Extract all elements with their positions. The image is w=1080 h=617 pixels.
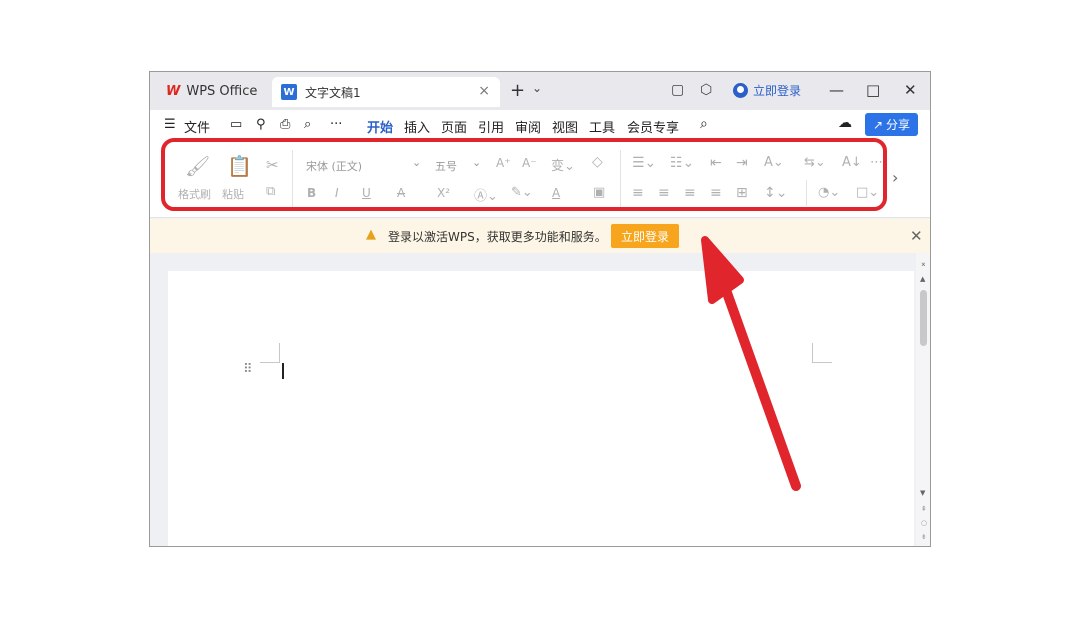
arrow-head — [701, 236, 744, 304]
arrow-shaft — [721, 285, 801, 491]
red-arrow-annotation — [701, 236, 801, 491]
